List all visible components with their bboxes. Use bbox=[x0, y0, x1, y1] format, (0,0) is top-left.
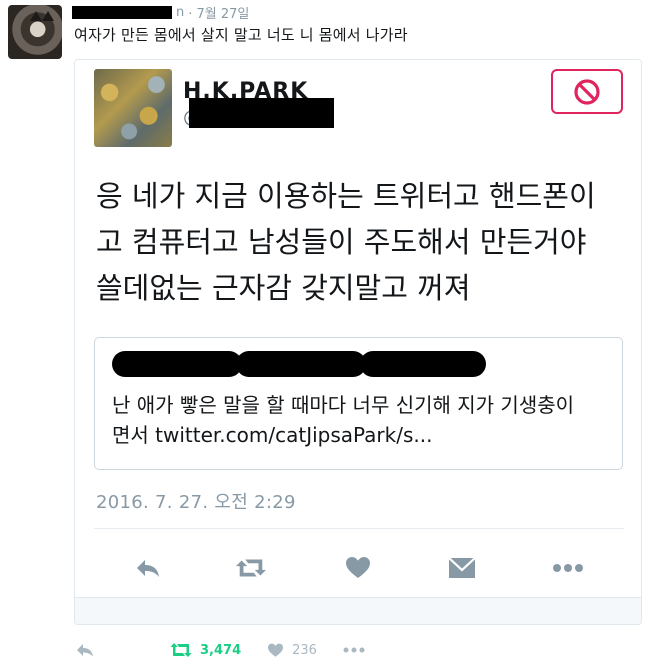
screenshot-avatar bbox=[94, 69, 172, 147]
retweet-icon bbox=[235, 553, 267, 583]
heart-icon bbox=[268, 643, 284, 657]
retweet-count: 3,474 bbox=[200, 642, 242, 658]
like-button[interactable]: 236 bbox=[267, 643, 317, 658]
like-count: 236 bbox=[292, 642, 317, 658]
screenshot-body-line: 고 컴퓨터고 남성들이 주도해서 만든거야 bbox=[96, 225, 587, 259]
reply-icon bbox=[77, 644, 93, 657]
retweet-button[interactable]: 3,474 bbox=[170, 642, 241, 658]
tweet-text: 여자가 만든 몸에서 살지 말고 너도 니 몸에서 나가라 bbox=[74, 26, 408, 44]
redacted-username bbox=[72, 5, 172, 19]
tweet-time[interactable]: · 7월 27일 bbox=[188, 3, 249, 22]
like-heart-icon bbox=[342, 553, 374, 583]
screenshot-action-row bbox=[75, 553, 641, 583]
tweet-header: n · 7월 27일 bbox=[72, 3, 249, 22]
tweet-action-bar: 3,474 236 bbox=[76, 637, 496, 663]
block-button bbox=[551, 69, 623, 114]
card-footer bbox=[75, 597, 641, 624]
quoted-tweet-card: 난 애가 빻은 말을 할 때마다 너무 신기해 지가 기생충이 면서 twitt… bbox=[94, 337, 623, 470]
redacted-handle bbox=[189, 98, 334, 128]
message-envelope-icon bbox=[446, 553, 478, 583]
screenshot-divider bbox=[94, 528, 624, 529]
reply-icon bbox=[132, 553, 164, 583]
retweet-icon bbox=[170, 643, 192, 657]
redacted-quoted-author bbox=[112, 351, 486, 377]
screenshot-body-line: 쓸데없는 근자감 갖지말고 꺼져 bbox=[96, 271, 471, 305]
reply-button[interactable] bbox=[76, 643, 94, 657]
quoted-text-line: 난 애가 빻은 말을 할 때마다 너무 신기해 지가 기생충이 bbox=[112, 393, 575, 417]
more-options-icon bbox=[552, 553, 584, 583]
user-avatar[interactable] bbox=[8, 5, 62, 59]
attached-image-card[interactable]: H.K.PARK @ 응 네가 지금 이용하는 트위터고 핸드폰이 고 컴퓨터고… bbox=[74, 59, 642, 625]
username-suffix: n bbox=[176, 4, 185, 20]
screenshot-body-line: 응 네가 지금 이용하는 트위터고 핸드폰이 bbox=[96, 179, 596, 213]
quoted-tweet-text: 난 애가 빻은 말을 할 때마다 너무 신기해 지가 기생충이 면서 twitt… bbox=[112, 390, 612, 450]
screenshot-tweet-body: 응 네가 지금 이용하는 트위터고 핸드폰이 고 컴퓨터고 남성들이 주도해서 … bbox=[96, 173, 626, 311]
block-icon bbox=[574, 78, 600, 105]
quoted-text-line: 면서 twitter.com/catJipsaPark/s... bbox=[112, 423, 433, 447]
more-options-icon bbox=[343, 647, 365, 653]
more-button[interactable] bbox=[343, 647, 365, 653]
screenshot-timestamp: 2016. 7. 27. 오전 2:29 bbox=[96, 492, 296, 513]
tweet-screenshot-image: H.K.PARK @ 응 네가 지금 이용하는 트위터고 핸드폰이 고 컴퓨터고… bbox=[75, 60, 641, 598]
